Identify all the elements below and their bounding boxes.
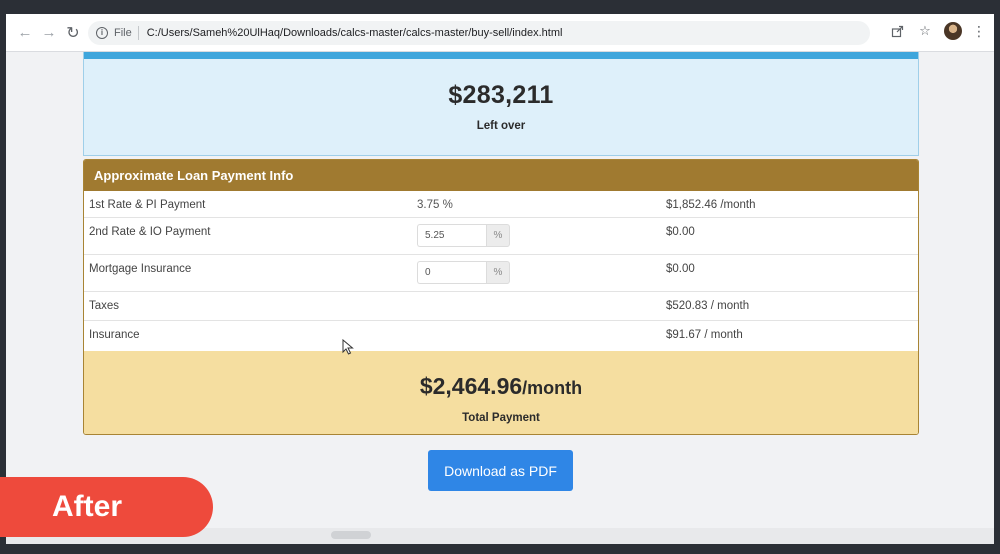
mortgage-insurance-input-group: 0 %	[417, 261, 510, 284]
table-row: 2nd Rate & IO Payment 5.25 % $0.00	[84, 218, 918, 255]
row-amount: $1,852.46 /month	[666, 199, 756, 211]
table-row: Mortgage Insurance 0 % $0.00	[84, 255, 918, 292]
browser-toolbar: ← → ↻ i File C:/Users/Sameh%20UlHaq/Down…	[6, 14, 994, 52]
percent-addon: %	[486, 261, 510, 284]
row-amount: $0.00	[666, 263, 695, 275]
total-payment-box: $2,464.96/month Total Payment	[84, 351, 918, 434]
percent-addon: %	[486, 224, 510, 247]
info-icon[interactable]: i	[96, 27, 108, 39]
row-label: Insurance	[89, 329, 140, 341]
row-rate: 3.75 %	[417, 199, 453, 211]
bookmark-star-icon[interactable]: ☆	[916, 22, 934, 40]
second-rate-input[interactable]: 5.25	[417, 224, 486, 247]
mortgage-insurance-input[interactable]: 0	[417, 261, 486, 284]
table-row: Insurance $91.67 / month	[84, 321, 918, 350]
row-label: Mortgage Insurance	[89, 263, 192, 275]
leftover-label: Left over	[476, 120, 526, 132]
row-amount: $0.00	[666, 226, 695, 238]
back-arrow-icon[interactable]: ←	[14, 22, 36, 44]
total-amount-value: $2,464.96	[419, 373, 523, 399]
page-viewport: $283,211 Left over Approximate Loan Paym…	[6, 52, 994, 544]
more-menu-icon[interactable]: ⋮	[972, 22, 986, 40]
loan-card-header: Approximate Loan Payment Info	[84, 160, 918, 191]
row-amount: $91.67 / month	[666, 329, 743, 341]
total-payment-label: Total Payment	[462, 412, 540, 424]
loan-payment-card: Approximate Loan Payment Info 1st Rate &…	[83, 159, 919, 435]
video-frame-bottom	[0, 544, 1000, 554]
address-separator	[137, 26, 139, 40]
toolbar-actions: ☆ ⋮	[888, 22, 986, 40]
mouse-cursor-icon	[342, 339, 354, 355]
url-text[interactable]: C:/Users/Sameh%20UlHaq/Downloads/calcs-m…	[147, 27, 563, 39]
forward-arrow-icon[interactable]: →	[38, 22, 60, 44]
share-icon[interactable]	[888, 22, 906, 40]
leftover-card-header	[84, 52, 918, 59]
row-amount: $520.83 / month	[666, 300, 750, 312]
browser-window: ← → ↻ i File C:/Users/Sameh%20UlHaq/Down…	[6, 14, 994, 544]
row-label: Taxes	[89, 300, 120, 312]
scrollbar-thumb[interactable]	[331, 531, 371, 539]
reload-icon[interactable]: ↻	[62, 22, 84, 44]
download-pdf-button[interactable]: Download as PDF	[428, 450, 573, 491]
total-payment-amount: $2,464.96/month	[84, 373, 918, 400]
profile-avatar[interactable]	[944, 22, 962, 40]
file-label: File	[114, 27, 132, 39]
table-row: Taxes $520.83 / month	[84, 292, 918, 321]
video-frame-top	[0, 0, 1000, 14]
total-amount-period: /month	[522, 378, 583, 398]
address-bar[interactable]: i File C:/Users/Sameh%20UlHaq/Downloads/…	[88, 21, 870, 45]
table-row: 1st Rate & PI Payment 3.75 % $1,852.46 /…	[84, 191, 918, 218]
row-label: 1st Rate & PI Payment	[89, 199, 206, 211]
row-label: 2nd Rate & IO Payment	[89, 226, 211, 238]
leftover-amount: $283,211	[448, 81, 554, 109]
leftover-card: $283,211 Left over	[83, 52, 919, 156]
after-overlay-badge: After	[0, 477, 213, 537]
second-rate-input-group: 5.25 %	[417, 224, 510, 247]
